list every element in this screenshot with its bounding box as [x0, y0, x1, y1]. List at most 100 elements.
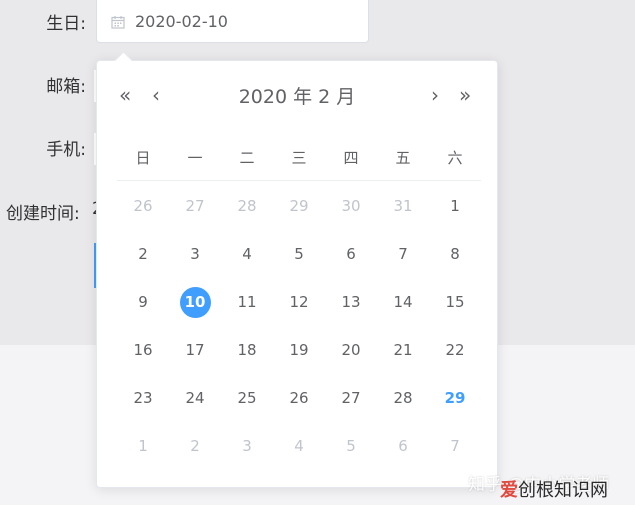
date-number: 4: [242, 245, 252, 263]
date-cell[interactable]: 26: [273, 374, 325, 422]
date-cell[interactable]: 5: [273, 230, 325, 278]
date-number: 7: [450, 437, 460, 455]
date-number: 23: [133, 389, 153, 407]
date-cell[interactable]: 27: [169, 182, 221, 230]
email-label: 邮箱:: [46, 77, 86, 97]
date-cell[interactable]: 30: [325, 182, 377, 230]
date-number: 5: [294, 245, 304, 263]
date-number: 3: [190, 245, 200, 263]
week-row-3: 9 10 11 12 13 14 15: [117, 278, 481, 326]
date-cell[interactable]: 6: [325, 230, 377, 278]
date-cell[interactable]: 6: [377, 422, 429, 470]
weekday-wed: 三: [291, 149, 307, 167]
date-cell[interactable]: 21: [377, 326, 429, 374]
date-cell[interactable]: 20: [325, 326, 377, 374]
date-cell[interactable]: 17: [169, 326, 221, 374]
date-number: 22: [445, 341, 465, 359]
date-cell[interactable]: 26: [117, 182, 169, 230]
date-number: 25: [237, 389, 257, 407]
date-cell[interactable]: 18: [221, 326, 273, 374]
date-cell[interactable]: 9: [117, 278, 169, 326]
date-picker-panel: « ‹ 2020 年 2 月 › » 日 一 二 三 四 五 六 26 27 2…: [96, 51, 498, 488]
date-number: 2: [190, 437, 200, 455]
birthday-value: 2020-02-10: [135, 11, 228, 31]
site-watermark-red: 爱: [500, 480, 518, 501]
site-watermark-rest: 创根知识网: [518, 480, 608, 501]
date-cell[interactable]: 31: [377, 182, 429, 230]
date-cell[interactable]: 25: [221, 374, 273, 422]
date-cell[interactable]: 24: [169, 374, 221, 422]
date-number: 18: [237, 341, 257, 359]
weekday-fri: 五: [395, 149, 411, 167]
date-number: 29: [289, 197, 309, 215]
date-cell[interactable]: 3: [221, 422, 273, 470]
weekday-divider: [117, 180, 481, 181]
date-cell[interactable]: 7: [429, 422, 481, 470]
date-number: 28: [393, 389, 413, 407]
date-cell[interactable]: 2: [117, 230, 169, 278]
date-number: 1: [138, 437, 148, 455]
date-number: 29: [444, 389, 466, 407]
date-cell[interactable]: 12: [273, 278, 325, 326]
date-number: 6: [398, 437, 408, 455]
date-number: 20: [341, 341, 361, 359]
date-cell-today[interactable]: 29: [429, 374, 481, 422]
date-cell[interactable]: 1: [429, 182, 481, 230]
date-cell[interactable]: 7: [377, 230, 429, 278]
date-number: 19: [289, 341, 309, 359]
date-number: 7: [398, 245, 408, 263]
next-month-button[interactable]: ›: [431, 83, 439, 107]
date-cell[interactable]: 13: [325, 278, 377, 326]
date-cell[interactable]: 15: [429, 278, 481, 326]
date-cell[interactable]: 23: [117, 374, 169, 422]
date-number: 6: [346, 245, 356, 263]
date-number: 4: [294, 437, 304, 455]
weekday-sat: 六: [447, 149, 463, 167]
date-cell[interactable]: 2: [169, 422, 221, 470]
week-row-5: 23 24 25 26 27 28 29: [117, 374, 481, 422]
date-number: 12: [289, 293, 309, 311]
week-row-6: 1 2 3 4 5 6 7: [117, 422, 481, 470]
date-cell[interactable]: 19: [273, 326, 325, 374]
date-cell[interactable]: 29: [273, 182, 325, 230]
birthday-label: 生日:: [46, 14, 86, 34]
date-number: 13: [341, 293, 361, 311]
date-number: 30: [341, 197, 361, 215]
date-cell[interactable]: 22: [429, 326, 481, 374]
date-cell[interactable]: 4: [273, 422, 325, 470]
date-number: 1: [450, 197, 460, 215]
week-row-4: 16 17 18 19 20 21 22: [117, 326, 481, 374]
birthday-date-input[interactable]: 2020-02-10: [96, 0, 369, 43]
date-cell[interactable]: 27: [325, 374, 377, 422]
date-cell[interactable]: 11: [221, 278, 273, 326]
date-number: 11: [237, 293, 257, 311]
date-cell[interactable]: 4: [221, 230, 273, 278]
date-grid: 26 27 28 29 30 31 1 2 3 4 5 6 7 8 9 10 1…: [117, 182, 481, 470]
picker-header: « ‹ 2020 年 2 月 › »: [97, 61, 497, 131]
date-number: 10: [179, 286, 211, 318]
phone-label: 手机:: [46, 140, 86, 160]
date-number: 9: [138, 293, 148, 311]
date-cell[interactable]: 28: [377, 374, 429, 422]
date-cell[interactable]: 1: [117, 422, 169, 470]
next-year-button[interactable]: »: [459, 83, 471, 107]
date-cell[interactable]: 3: [169, 230, 221, 278]
week-row-2: 2 3 4 5 6 7 8: [117, 230, 481, 278]
date-number: 8: [450, 245, 460, 263]
date-number: 26: [133, 197, 153, 215]
date-cell[interactable]: 28: [221, 182, 273, 230]
date-cell[interactable]: 14: [377, 278, 429, 326]
date-number: 15: [445, 293, 465, 311]
date-cell[interactable]: 8: [429, 230, 481, 278]
date-number: 21: [393, 341, 413, 359]
date-cell[interactable]: 16: [117, 326, 169, 374]
weekday-tue: 二: [239, 149, 255, 167]
date-cell-selected[interactable]: 10: [169, 278, 221, 326]
date-cell[interactable]: 5: [325, 422, 377, 470]
weekday-sun: 日: [135, 149, 151, 167]
date-number: 27: [185, 197, 205, 215]
date-number: 3: [242, 437, 252, 455]
week-row-1: 26 27 28 29 30 31 1: [117, 182, 481, 230]
date-number: 17: [185, 341, 205, 359]
date-number: 16: [133, 341, 153, 359]
